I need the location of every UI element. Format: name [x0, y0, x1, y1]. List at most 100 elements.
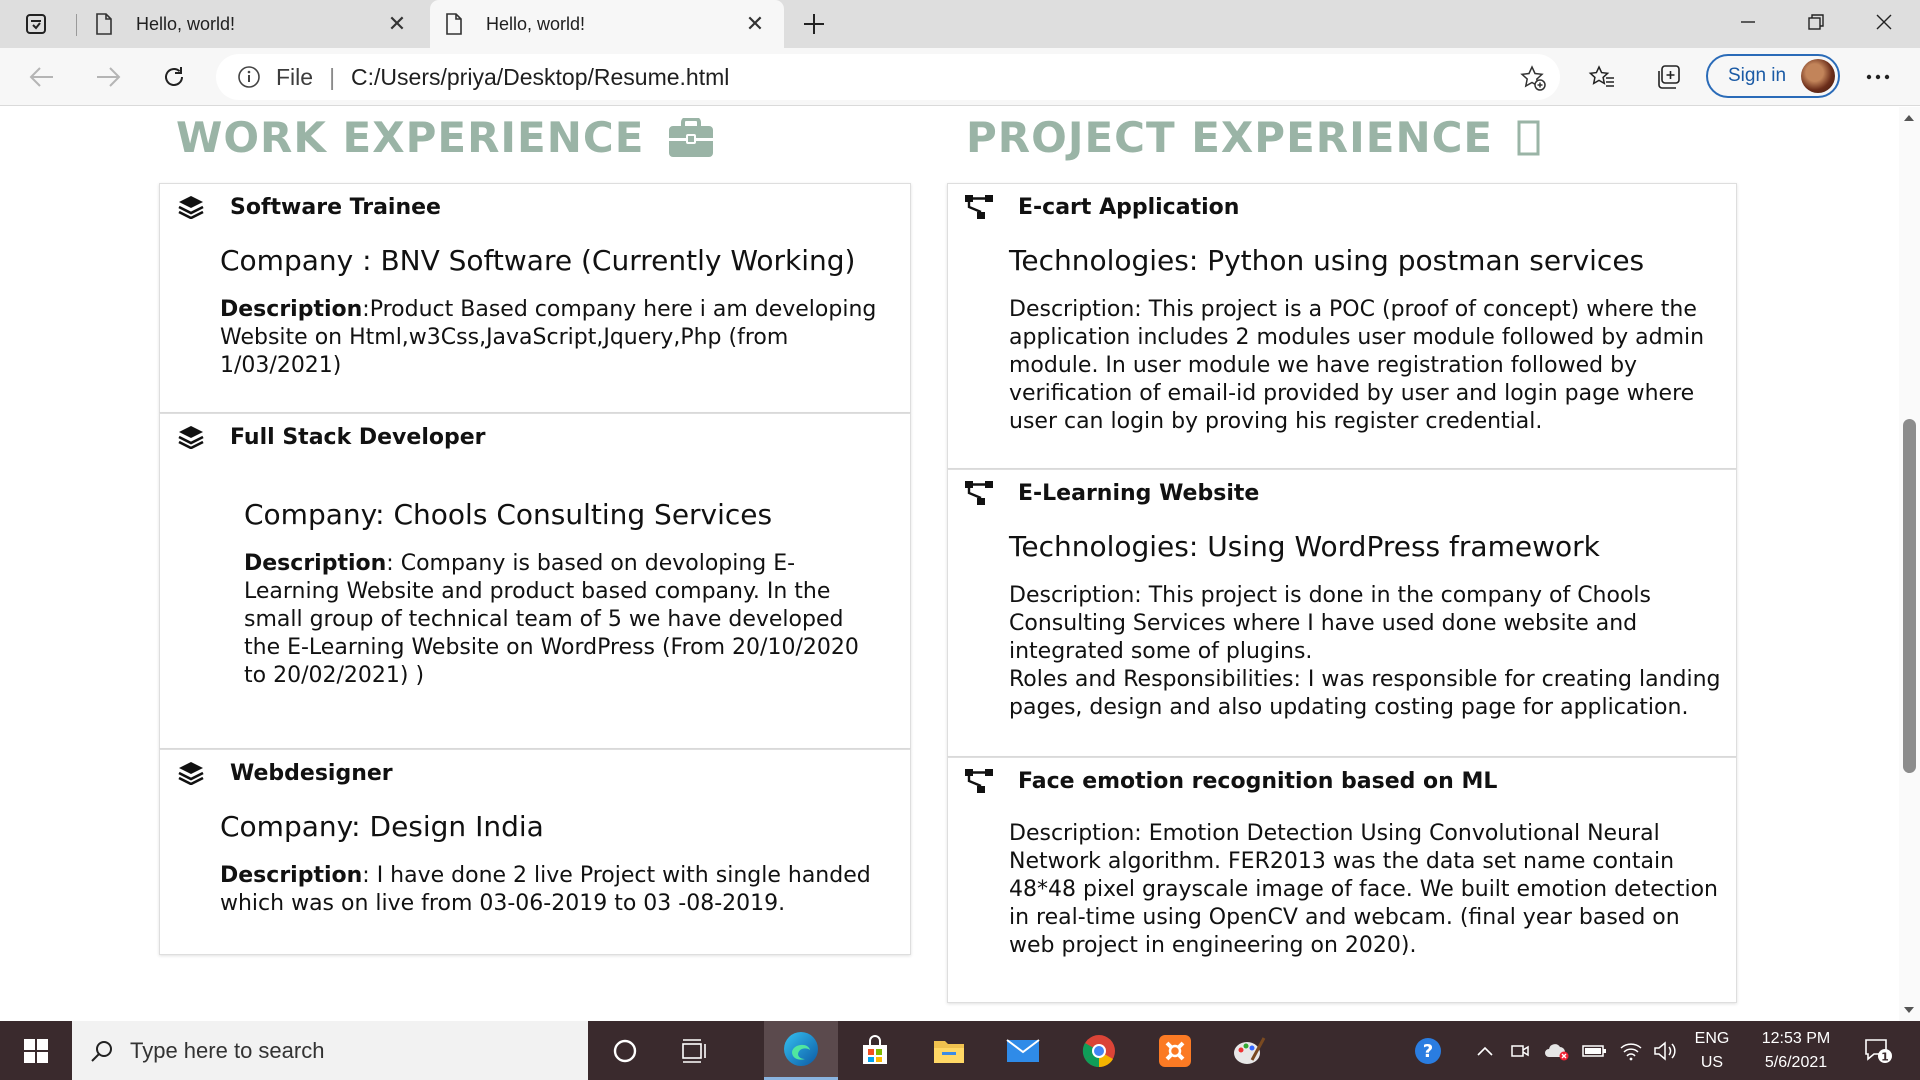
description-separator: : — [362, 297, 370, 322]
info-icon[interactable] — [236, 64, 262, 90]
work-card-full-stack: Full Stack Developer Company: Chools Con… — [159, 413, 911, 749]
missing-glyph-icon — [1517, 120, 1541, 156]
card-company: Company: Design India — [220, 810, 544, 843]
clock-date: 5/6/2021 — [1764, 1053, 1828, 1071]
chrome-app-icon[interactable] — [1062, 1021, 1136, 1080]
page-icon — [442, 12, 466, 36]
paint-app-icon[interactable] — [1212, 1021, 1286, 1080]
layers-icon — [176, 758, 206, 788]
refresh-button[interactable] — [154, 58, 194, 96]
meet-now-icon[interactable] — [1504, 1021, 1536, 1080]
start-button[interactable] — [0, 1021, 72, 1080]
description-separator: : — [386, 551, 401, 576]
file-explorer-icon[interactable] — [912, 1021, 986, 1080]
task-view-icon[interactable] — [658, 1021, 732, 1080]
volume-icon[interactable] — [1648, 1021, 1682, 1080]
tab-hello-world-2[interactable]: Hello, world! ✕ — [430, 0, 784, 48]
new-tab-button[interactable] — [796, 9, 832, 39]
sitemap-icon — [964, 478, 994, 508]
avatar — [1801, 59, 1835, 93]
close-icon[interactable]: ✕ — [740, 9, 770, 39]
scrollbar-thumb[interactable] — [1903, 419, 1916, 773]
mail-app-icon[interactable] — [986, 1021, 1060, 1080]
card-title: Software Trainee — [230, 194, 441, 220]
notification-icon[interactable]: 1 — [1852, 1021, 1906, 1080]
notification-count: 1 — [1881, 1050, 1889, 1063]
card-title: E-cart Application — [1018, 194, 1240, 220]
work-card-software-trainee: Software Trainee Company : BNV Software … — [159, 183, 911, 413]
forward-button[interactable] — [88, 58, 128, 96]
project-heading-text: PROJECT EXPERIENCE — [966, 113, 1494, 162]
more-icon[interactable] — [1858, 58, 1898, 96]
description-separator: : — [362, 863, 377, 888]
language-indicator[interactable]: ENG US — [1690, 1021, 1734, 1080]
xampp-app-icon[interactable] — [1138, 1021, 1212, 1080]
page-scrollbar[interactable] — [1899, 107, 1920, 1021]
work-card-webdesigner: Webdesigner Company: Design India Descri… — [159, 749, 911, 955]
search-icon — [88, 1037, 116, 1065]
project-card-ecart: E-cart Application Technologies: Python … — [947, 183, 1737, 469]
work-heading-text: WORK EXPERIENCE — [176, 113, 645, 162]
help-icon[interactable]: ? — [1404, 1021, 1452, 1080]
card-title: Webdesigner — [230, 760, 393, 786]
card-technologies: Technologies: Python using postman servi… — [1009, 244, 1645, 277]
favorites-icon[interactable] — [1582, 58, 1622, 96]
page-content: WORK EXPERIENCE Software Trainee Company… — [0, 107, 1899, 1021]
project-card-elearning: E-Learning Website Technologies: Using W… — [947, 469, 1737, 757]
sign-in-label: Sign in — [1728, 65, 1787, 86]
clock-time: 12:53 PM — [1761, 1029, 1831, 1047]
sitemap-icon — [964, 766, 994, 796]
language-code: ENG — [1694, 1029, 1730, 1047]
sign-in-button[interactable]: Sign in — [1706, 54, 1840, 98]
chevron-up-icon[interactable] — [1470, 1021, 1500, 1080]
sitemap-icon — [964, 192, 994, 222]
back-button[interactable] — [22, 58, 62, 96]
tab-title: Hello, world! — [486, 13, 586, 34]
url-text[interactable]: C:/Users/priya/Desktop/Resume.html — [351, 64, 729, 91]
scroll-up-icon[interactable] — [1904, 115, 1914, 121]
card-company: Company : BNV Software (Currently Workin… — [220, 244, 856, 277]
windows-taskbar: Type here to search ? ENG US 12:53 PM 5/… — [0, 1021, 1920, 1080]
layers-icon — [176, 192, 206, 222]
tab-actions-icon[interactable] — [22, 10, 50, 38]
card-title: E-Learning Website — [1018, 480, 1260, 506]
search-placeholder: Type here to search — [130, 1037, 325, 1063]
address-bar[interactable]: File | C:/Users/priya/Desktop/Resume.htm… — [216, 54, 1560, 100]
page-icon — [92, 12, 116, 36]
card-description: Description: This project is a POC (proo… — [1009, 297, 1705, 434]
collections-icon[interactable] — [1648, 58, 1688, 96]
wifi-icon[interactable] — [1614, 1021, 1648, 1080]
project-experience-heading: PROJECT EXPERIENCE — [966, 113, 1541, 162]
roles-text: Roles and Responsibilities: I was respon… — [1009, 667, 1721, 720]
close-icon[interactable]: ✕ — [382, 9, 412, 39]
onedrive-icon[interactable] — [1540, 1021, 1574, 1080]
card-technologies: Technologies: Using WordPress framework — [1009, 530, 1600, 563]
card-description: Description: Emotion Detection Using Con… — [1009, 821, 1718, 958]
close-window-button[interactable] — [1856, 6, 1912, 38]
edge-app-icon[interactable] — [764, 1021, 838, 1080]
tab-title: Hello, world! — [136, 13, 236, 34]
card-title: Face emotion recognition based on ML — [1018, 768, 1498, 794]
cortana-icon[interactable] — [588, 1021, 662, 1080]
layers-icon — [176, 422, 206, 452]
system-clock[interactable]: 12:53 PM 5/6/2021 — [1744, 1021, 1848, 1080]
card-description: Description: I have done 2 live Project … — [220, 862, 892, 918]
taskbar-search[interactable]: Type here to search — [72, 1021, 588, 1080]
work-experience-heading: WORK EXPERIENCE — [176, 113, 714, 162]
description-label: Description — [220, 863, 363, 888]
description-label: Description — [244, 551, 387, 576]
minimize-button[interactable] — [1720, 6, 1776, 38]
description-text: Description: This project is done in the… — [1009, 583, 1651, 664]
tab-hello-world-1[interactable]: Hello, world! ✕ — [80, 0, 426, 48]
add-favorite-icon[interactable] — [1518, 63, 1548, 93]
card-title: Full Stack Developer — [230, 424, 486, 450]
restore-button[interactable] — [1788, 6, 1844, 38]
card-description: Description: Company is based on devolop… — [244, 550, 866, 690]
browser-tab-strip: Hello, world! ✕ Hello, world! ✕ — [0, 0, 1920, 48]
svg-text:?: ? — [1423, 1041, 1433, 1062]
card-company: Company: Chools Consulting Services — [244, 498, 773, 531]
scroll-down-icon[interactable] — [1904, 1007, 1914, 1013]
battery-icon[interactable] — [1578, 1021, 1612, 1080]
card-description: Description:Product Based company here i… — [220, 296, 892, 380]
store-app-icon[interactable] — [838, 1021, 912, 1080]
